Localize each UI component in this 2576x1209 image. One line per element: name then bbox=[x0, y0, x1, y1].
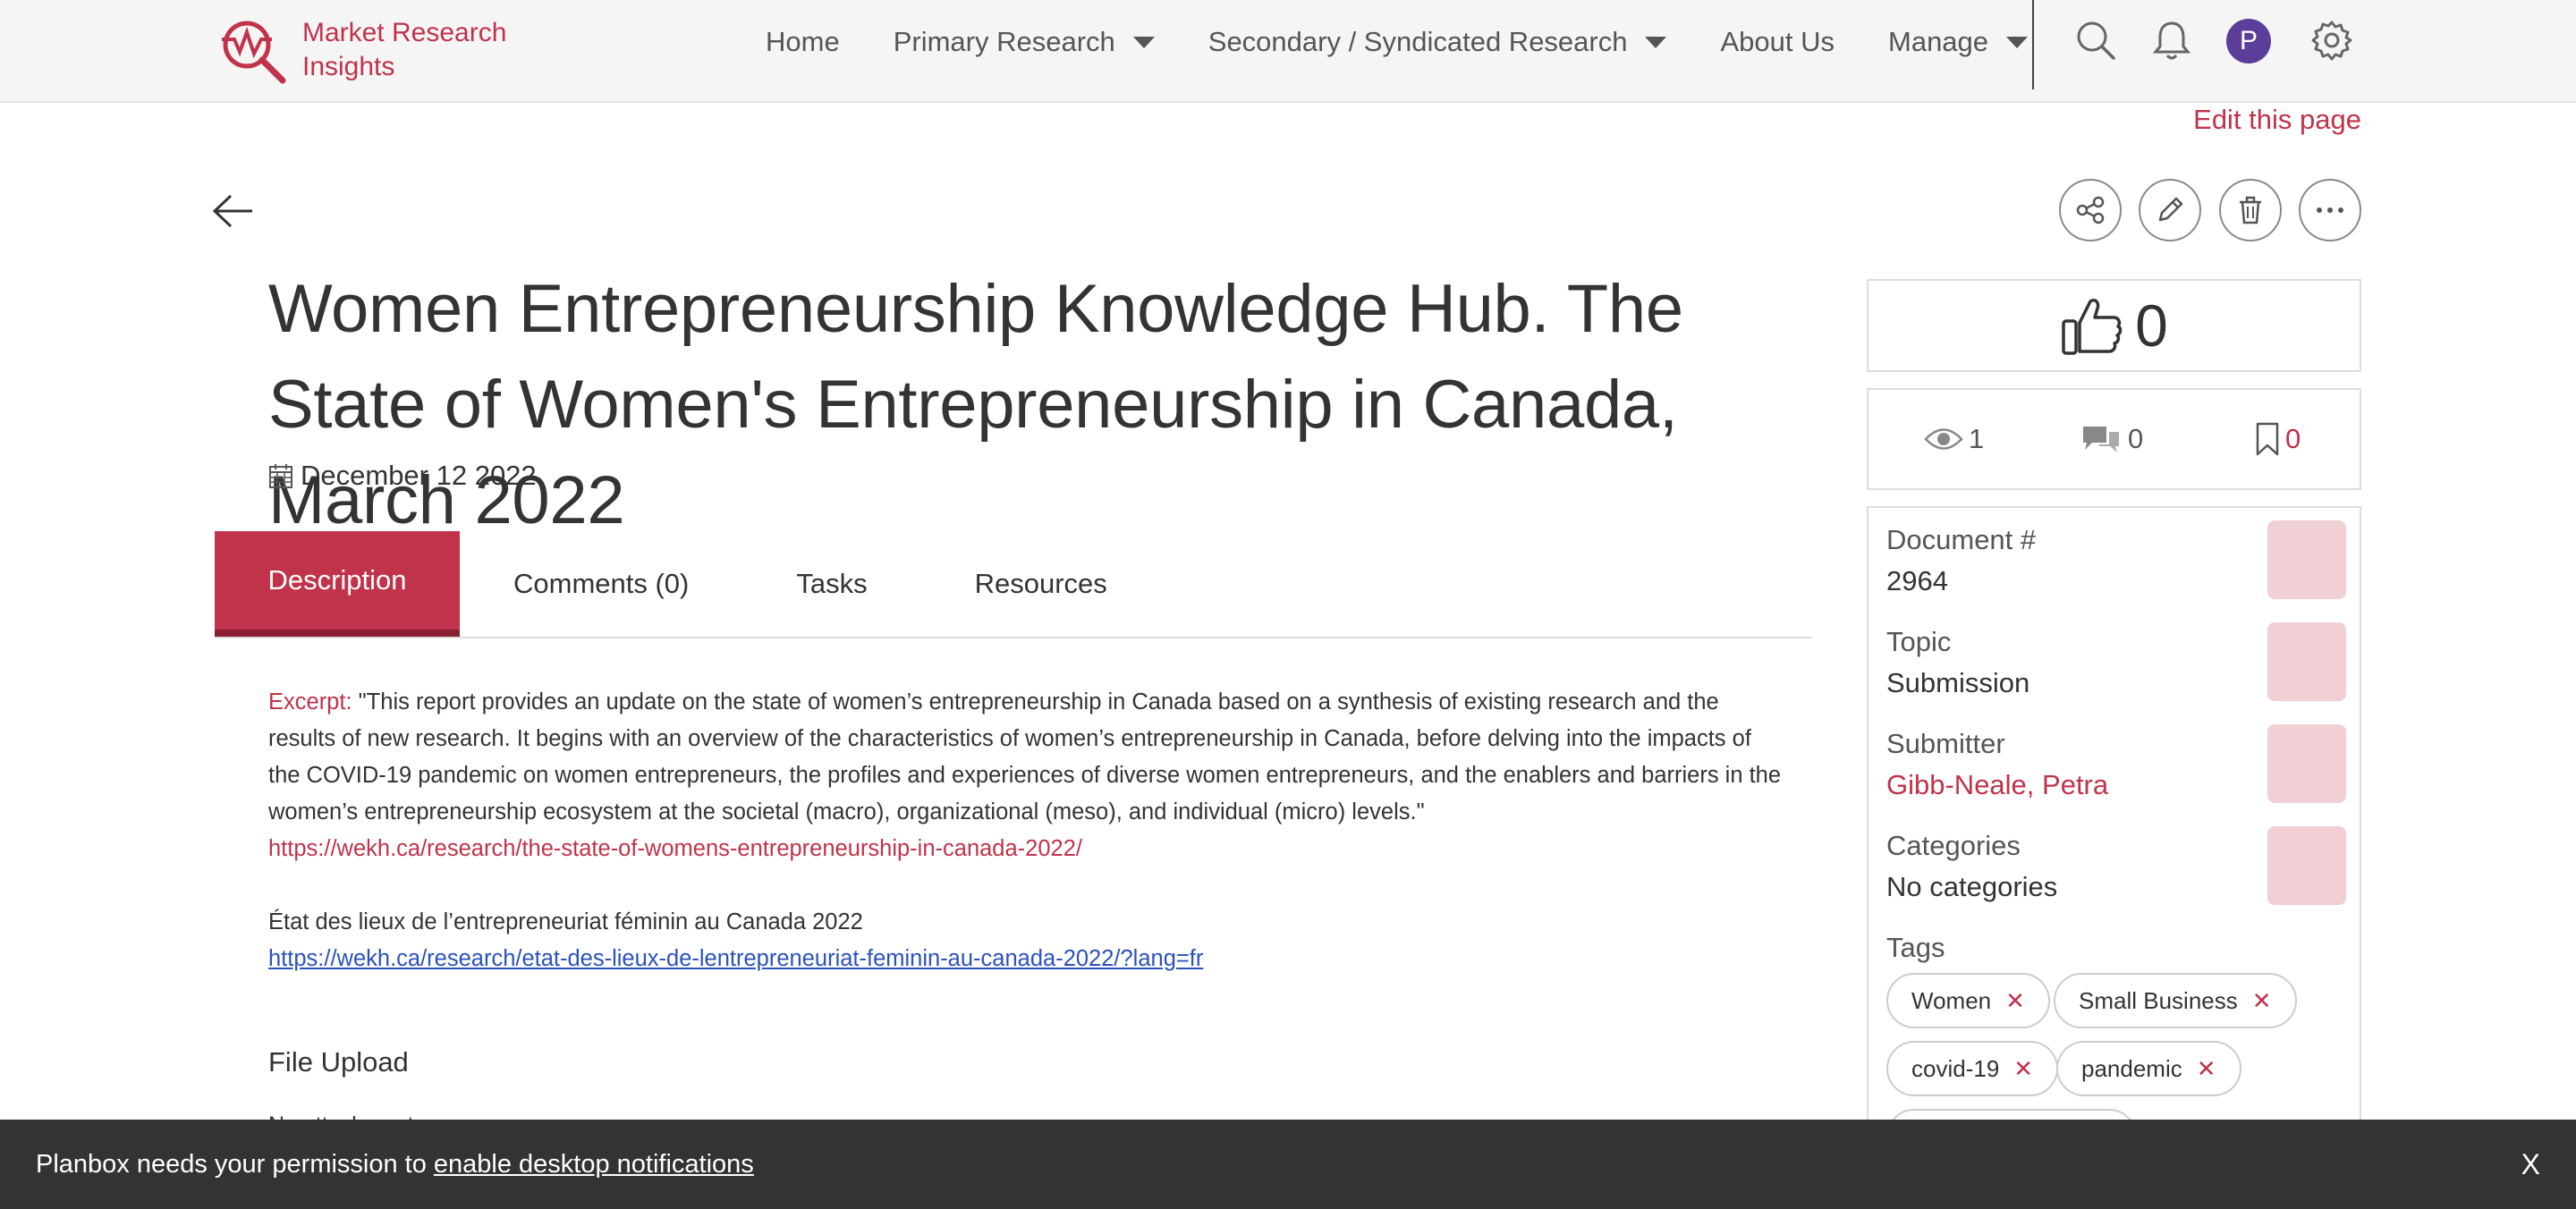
bookmarks-stat[interactable]: 0 bbox=[2255, 422, 2301, 456]
nav-manage-label: Manage bbox=[1888, 26, 1989, 57]
decorative-graphic bbox=[2267, 520, 2346, 599]
tab-comments[interactable]: Comments (0) bbox=[460, 531, 742, 637]
chevron-down-icon bbox=[1645, 36, 1667, 48]
notification-bar: Planbox needs your permission to enable … bbox=[0, 1120, 2576, 1209]
trash-icon bbox=[2240, 196, 2261, 224]
brand-logo[interactable]: Market Research Insights bbox=[215, 13, 506, 88]
decorative-graphic bbox=[2267, 826, 2346, 905]
excerpt-label: Excerpt: bbox=[268, 689, 352, 714]
brand-name: Market Research Insights bbox=[302, 16, 506, 84]
details-box: Document # 2964 Topic Submission Submitt… bbox=[1867, 506, 2361, 1209]
comments-icon bbox=[2083, 427, 2119, 452]
nav-secondary-label: Secondary / Syndicated Research bbox=[1208, 26, 1628, 57]
content-tabs: Description Comments (0) Tasks Resources bbox=[215, 531, 1812, 638]
bookmarks-count: 0 bbox=[2285, 423, 2301, 454]
search-icon[interactable] bbox=[2073, 18, 2118, 63]
tab-description[interactable]: Description bbox=[215, 531, 460, 637]
tag-label: Women bbox=[1911, 986, 1992, 1014]
tag-label: pandemic bbox=[2081, 1054, 2182, 1082]
nav-secondary-research[interactable]: Secondary / Syndicated Research bbox=[1208, 26, 1667, 58]
nav-primary-label: Primary Research bbox=[893, 26, 1115, 57]
more-options-button[interactable] bbox=[2299, 179, 2361, 241]
likes-count: 0 bbox=[2135, 292, 2168, 359]
edit-page-link[interactable]: Edit this page bbox=[2193, 104, 2361, 136]
main-nav: Home Primary Research Secondary / Syndic… bbox=[766, 0, 2081, 84]
french-report-link[interactable]: https://wekh.ca/research/etat-des-lieux-… bbox=[268, 941, 1789, 977]
remove-tag-icon[interactable]: ✕ bbox=[2005, 987, 2025, 1015]
excerpt-text: "This report provides an update on the s… bbox=[268, 689, 1782, 824]
page-date: December 12 2022 bbox=[268, 460, 537, 492]
remove-tag-icon[interactable]: ✕ bbox=[2252, 987, 2272, 1015]
nav-home[interactable]: Home bbox=[766, 26, 840, 58]
categories-value: No categories bbox=[1886, 871, 2058, 902]
close-notification-button[interactable]: X bbox=[2521, 1148, 2540, 1181]
edit-button[interactable] bbox=[2139, 179, 2201, 241]
stats-box: 1 0 0 bbox=[1867, 388, 2361, 490]
thumbs-up-icon[interactable] bbox=[2060, 294, 2124, 357]
tag-chip: pandemic ✕ bbox=[2056, 1041, 2241, 1096]
date-text: December 12 2022 bbox=[301, 460, 537, 491]
top-navigation-bar: Market Research Insights Home Primary Re… bbox=[0, 0, 2576, 103]
notification-text: Planbox needs your permission to bbox=[36, 1149, 427, 1179]
brand-line-1: Market Research bbox=[302, 18, 507, 47]
comments-count: 0 bbox=[2128, 423, 2144, 454]
submitter-label: Submitter bbox=[1886, 728, 2005, 759]
eye-icon bbox=[1924, 428, 1963, 450]
document-number-value: 2964 bbox=[1886, 565, 1948, 596]
bell-icon[interactable] bbox=[2149, 18, 2194, 63]
delete-button[interactable] bbox=[2219, 179, 2282, 241]
tag-chip: Women ✕ bbox=[1886, 973, 2050, 1028]
avatar[interactable]: P bbox=[2226, 19, 2271, 63]
tab-resources[interactable]: Resources bbox=[921, 531, 1161, 637]
calendar-icon bbox=[269, 464, 292, 488]
english-report-link[interactable]: https://wekh.ca/research/the-state-of-wo… bbox=[268, 831, 1789, 867]
tags-label: Tags bbox=[1886, 932, 1945, 963]
chevron-down-icon bbox=[1132, 36, 1155, 48]
nav-about-label: About Us bbox=[1720, 26, 1835, 57]
decorative-graphic bbox=[2267, 622, 2346, 701]
decorative-graphic bbox=[2267, 724, 2346, 803]
description-body: Excerpt: "This report provides an update… bbox=[268, 684, 1789, 977]
french-title: État des lieux de l’entrepreneuriat fémi… bbox=[268, 909, 863, 934]
comments-stat[interactable]: 0 bbox=[2080, 423, 2143, 455]
tag-label: Small Business bbox=[2079, 986, 2238, 1014]
share-button[interactable] bbox=[2059, 179, 2122, 241]
likes-box: 0 bbox=[1867, 279, 2361, 372]
chevron-down-icon bbox=[2006, 36, 2029, 48]
pencil-icon bbox=[2158, 197, 2183, 222]
tab-tasks[interactable]: Tasks bbox=[742, 531, 920, 637]
bookmark-icon bbox=[2256, 422, 2279, 456]
tag-chip: covid-19 ✕ bbox=[1886, 1041, 2059, 1096]
nav-manage[interactable]: Manage bbox=[1888, 26, 2029, 58]
brand-line-2: Insights bbox=[302, 52, 395, 81]
views-count: 1 bbox=[1969, 423, 1985, 454]
excerpt-paragraph: Excerpt: "This report provides an update… bbox=[268, 684, 1789, 831]
nav-divider bbox=[2032, 0, 2034, 89]
file-upload-heading: File Upload bbox=[268, 1046, 409, 1078]
ellipsis-icon bbox=[2317, 207, 2343, 213]
page-title: Women Entrepreneurship Knowledge Hub. Th… bbox=[268, 271, 1683, 538]
tag-chip: Small Business ✕ bbox=[2054, 973, 2297, 1028]
magnifier-logo-icon bbox=[222, 21, 286, 84]
nav-about-us[interactable]: About Us bbox=[1720, 26, 1835, 58]
tag-label: covid-19 bbox=[1911, 1054, 2000, 1082]
enable-notifications-link[interactable]: enable desktop notifications bbox=[434, 1150, 754, 1179]
views-stat: 1 bbox=[1924, 423, 1984, 455]
document-number-label: Document # bbox=[1886, 524, 2037, 555]
nav-primary-research[interactable]: Primary Research bbox=[894, 26, 1155, 58]
gear-icon[interactable] bbox=[2309, 18, 2354, 63]
remove-tag-icon[interactable]: ✕ bbox=[2197, 1055, 2216, 1083]
submitter-link[interactable]: Gibb-Neale, Petra bbox=[1886, 769, 2108, 801]
share-icon bbox=[2076, 196, 2105, 224]
categories-label: Categories bbox=[1886, 830, 2021, 861]
back-arrow-icon[interactable] bbox=[211, 193, 254, 233]
remove-tag-icon[interactable]: ✕ bbox=[2013, 1055, 2033, 1083]
nav-home-label: Home bbox=[766, 26, 840, 57]
topic-label: Topic bbox=[1886, 626, 1952, 657]
topic-value: Submission bbox=[1886, 667, 2030, 698]
